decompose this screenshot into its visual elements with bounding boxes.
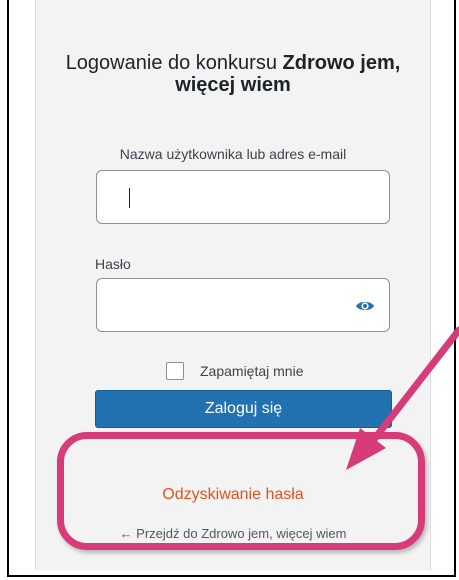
remember-me-checkbox[interactable] (166, 362, 184, 380)
login-submit-button[interactable]: Zaloguj się (95, 390, 392, 428)
username-input[interactable] (96, 170, 390, 224)
text-caret (129, 188, 130, 208)
password-input[interactable] (96, 278, 390, 332)
remember-me-label: Zapamiętaj mnie (200, 363, 304, 379)
login-title-prefix: Logowanie do konkursu (65, 52, 283, 74)
eye-icon[interactable] (355, 296, 375, 316)
login-title: Logowanie do konkursu Zdrowo jem, więcej… (36, 52, 430, 96)
password-label: Hasło (95, 256, 131, 272)
username-label: Nazwa użytkownika lub adres e-mail (119, 146, 347, 162)
remember-me-row[interactable]: Zapamiętaj mnie (166, 360, 304, 382)
annotation-highlight-box (57, 432, 425, 550)
